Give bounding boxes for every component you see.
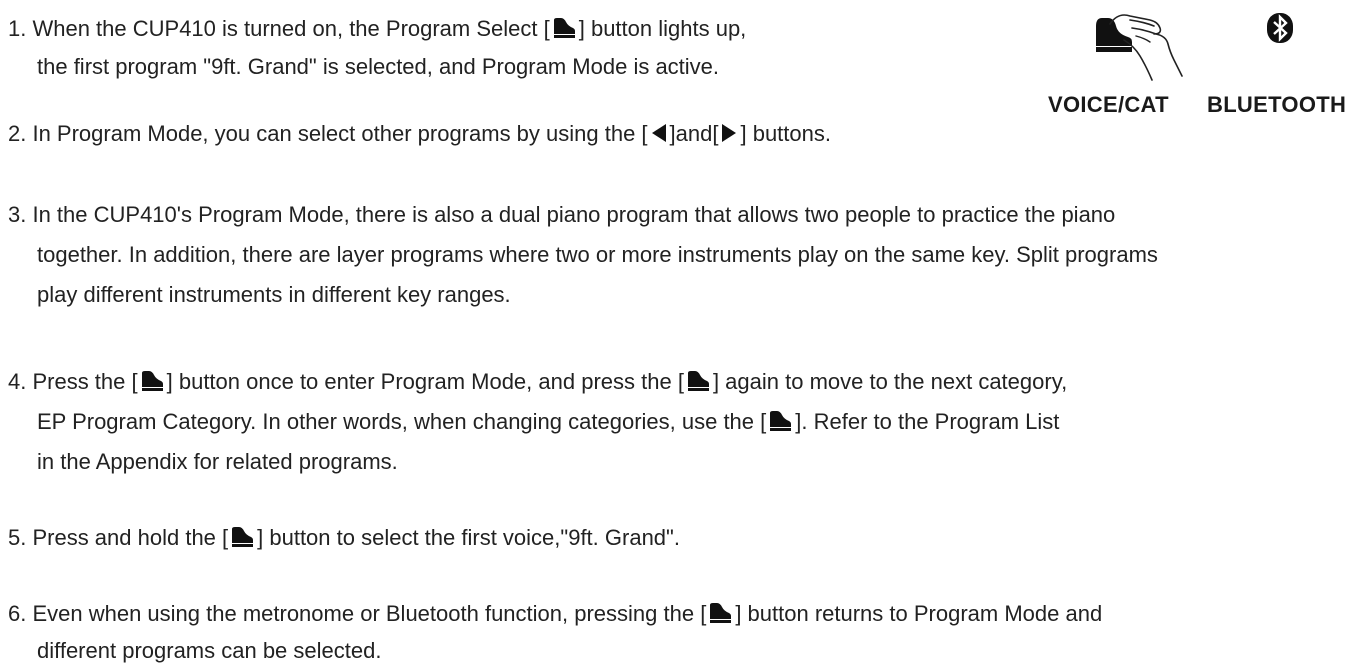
grand-piano-button-icon bbox=[552, 17, 577, 39]
item-4-line-3: in the Appendix for related programs. bbox=[37, 449, 398, 474]
bluetooth-label: BLUETOOTH bbox=[1207, 92, 1347, 117]
voice-cat-button-illustration bbox=[1088, 6, 1188, 82]
grand-piano-button-icon bbox=[230, 526, 255, 548]
item-5-line-1: 5. Press and hold the [ ] button to selec… bbox=[8, 521, 680, 554]
item-3-line-1: 3. In the CUP410's Program Mode, there i… bbox=[8, 202, 1116, 227]
item-6-line-1: 6. Even when using the metronome or Blue… bbox=[8, 597, 1102, 630]
item-6-text-b: ] button returns to Program Mode and bbox=[735, 601, 1103, 626]
item-6-text-a: 6. Even when using the metronome or Blue… bbox=[8, 601, 707, 626]
item-5-text-b: ] button to select the first voice,"9ft.… bbox=[257, 525, 680, 550]
bluetooth-icon bbox=[1266, 12, 1294, 44]
item-1-line-2: the first program "9ft. Grand" is select… bbox=[37, 54, 720, 79]
item-2-text-a: 2. In Program Mode, you can select other… bbox=[8, 121, 648, 146]
item-4-line-1: 4. Press the [ ] button once to enter Pro… bbox=[8, 365, 1067, 398]
item-2-text-c: ] buttons. bbox=[740, 121, 831, 146]
item-4-text-c: ] again to move to the next category, bbox=[712, 369, 1068, 394]
finger-press-icon bbox=[1096, 14, 1183, 81]
item-1-text-a: 1. When the CUP410 is turned on, the Pro… bbox=[8, 16, 550, 41]
left-triangle-icon bbox=[651, 122, 667, 144]
grand-piano-button-icon bbox=[708, 602, 733, 624]
item-4-text-e: ]. Refer to the Program List bbox=[795, 409, 1060, 434]
grand-piano-button-icon bbox=[686, 370, 711, 392]
item-5-text-a: 5. Press and hold the [ bbox=[8, 525, 229, 550]
item-6-line-2: different programs can be selected. bbox=[37, 638, 382, 663]
item-4-text-b: ] button once to enter Program Mode, and… bbox=[166, 369, 684, 394]
grand-piano-button-icon bbox=[768, 410, 793, 432]
item-2-text-b: ]and[ bbox=[669, 121, 719, 146]
item-4-text-d: EP Program Category. In other words, whe… bbox=[37, 409, 767, 434]
item-2-line-1: 2. In Program Mode, you can select other… bbox=[8, 117, 831, 150]
right-triangle-icon bbox=[721, 122, 737, 144]
grand-piano-button-icon bbox=[140, 370, 165, 392]
item-4-text-a: 4. Press the [ bbox=[8, 369, 138, 394]
item-4-line-2: EP Program Category. In other words, whe… bbox=[37, 405, 1059, 438]
item-3-line-3: play different instruments in different … bbox=[37, 282, 511, 307]
item-1-text-b: ] button lights up, bbox=[578, 16, 747, 41]
item-1-line-1: 1. When the CUP410 is turned on, the Pro… bbox=[8, 12, 746, 45]
voice-cat-label: VOICE/CAT bbox=[1048, 92, 1169, 117]
item-3-line-2: together. In addition, there are layer p… bbox=[37, 242, 1158, 267]
